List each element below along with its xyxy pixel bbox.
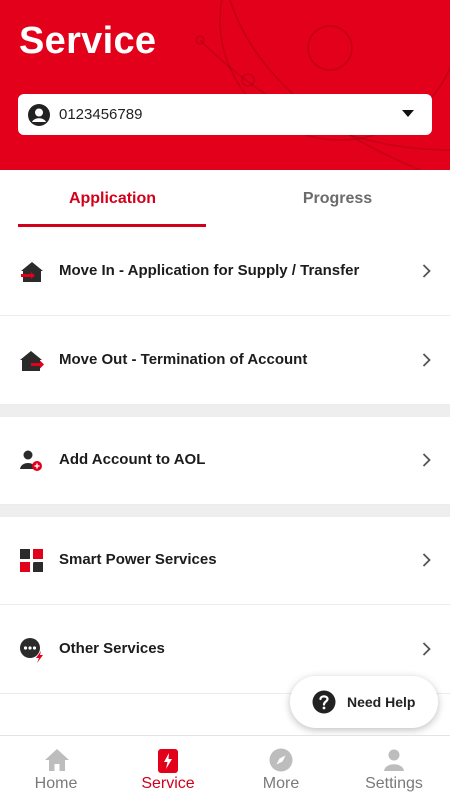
add-account-icon — [20, 450, 42, 471]
page-title: Service — [19, 20, 157, 62]
service-item-label: Smart Power Services — [59, 551, 217, 568]
chevron-right-icon — [422, 553, 431, 567]
nav-label: Service — [141, 775, 195, 792]
chevron-right-icon — [422, 353, 431, 367]
nav-more[interactable]: More — [225, 736, 337, 801]
caret-down-icon — [402, 110, 414, 117]
person-icon — [384, 749, 404, 771]
bottom-nav: Home Service More Settings — [0, 735, 450, 801]
other-services-icon — [20, 638, 43, 663]
service-item-move-in[interactable]: Move In - Application for Supply / Trans… — [0, 228, 450, 316]
move-in-house-icon — [21, 262, 43, 282]
chevron-right-icon — [422, 453, 431, 467]
account-avatar-icon — [28, 104, 50, 126]
section-divider — [0, 505, 450, 517]
service-icon — [158, 749, 178, 773]
active-tab-indicator — [18, 224, 206, 227]
nav-label: Settings — [365, 775, 423, 792]
service-item-smart-power[interactable]: Smart Power Services — [0, 517, 450, 605]
tab-application[interactable]: Application — [0, 170, 225, 228]
account-selector[interactable]: 0123456789 — [18, 94, 432, 135]
compass-icon — [269, 748, 293, 772]
tab-bar: Application Progress — [0, 170, 450, 229]
need-help-button[interactable]: Need Help — [290, 676, 438, 728]
move-out-house-icon — [20, 351, 44, 371]
account-number: 0123456789 — [59, 106, 143, 123]
service-item-add-account[interactable]: Add Account to AOL — [0, 417, 450, 505]
smart-power-icon — [20, 549, 43, 572]
service-item-label: Move In - Application for Supply / Trans… — [59, 262, 360, 279]
chevron-right-icon — [422, 642, 431, 656]
tab-progress[interactable]: Progress — [225, 170, 450, 228]
nav-home[interactable]: Home — [0, 736, 112, 801]
section-divider — [0, 405, 450, 417]
nav-label: More — [262, 775, 300, 792]
header: Service 0123456789 — [0, 0, 450, 170]
nav-service[interactable]: Service — [112, 736, 224, 801]
service-item-label: Move Out - Termination of Account — [59, 351, 308, 368]
service-item-label: Add Account to AOL — [59, 451, 206, 468]
service-item-label: Other Services — [59, 640, 165, 657]
nav-settings[interactable]: Settings — [338, 736, 450, 801]
home-icon — [45, 749, 69, 771]
chevron-right-icon — [422, 264, 431, 278]
nav-label: Home — [34, 775, 78, 792]
question-icon — [312, 690, 336, 714]
need-help-label: Need Help — [347, 694, 416, 710]
service-item-move-out[interactable]: Move Out - Termination of Account — [0, 317, 450, 405]
